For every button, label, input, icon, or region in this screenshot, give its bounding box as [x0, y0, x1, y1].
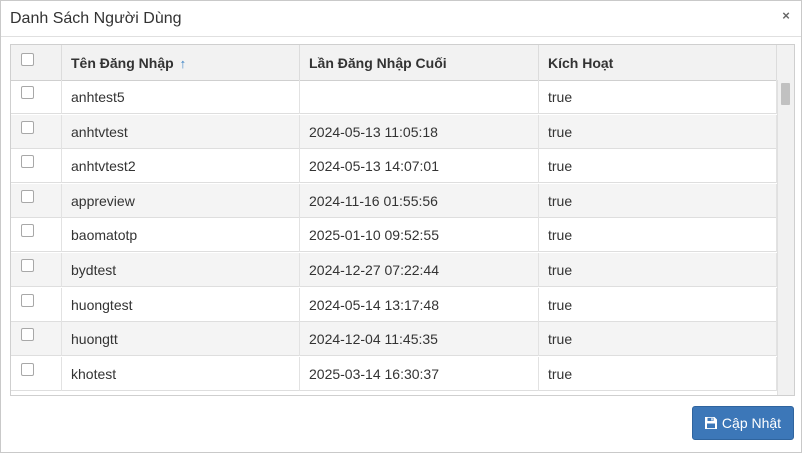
row-checkbox[interactable]	[21, 259, 34, 272]
table-row[interactable]: huongtt 2024-12-04 11:45:35 true	[11, 322, 777, 357]
row-checkbox[interactable]	[21, 155, 34, 169]
grid-rows: anhtest5 true anhtvtest 2024-05-13 11:05:18…	[11, 80, 777, 395]
column-header-active[interactable]: Kích Hoạt	[539, 45, 777, 80]
cell-active: true	[539, 253, 777, 287]
cell-username: anhtest5	[62, 80, 300, 114]
cell-active: true	[539, 218, 777, 253]
row-select-cell	[11, 80, 62, 114]
update-button-label: Cập Nhật	[721, 415, 782, 431]
cell-last-login: 2024-05-13 11:05:18	[300, 114, 539, 149]
table-row[interactable]: baomatotp 2025-01-10 09:52:55 true	[11, 218, 777, 253]
table-row[interactable]: bydtest 2024-12-27 07:22:44 true	[11, 253, 777, 287]
close-icon[interactable]: ×	[779, 9, 793, 23]
row-select-cell	[11, 149, 62, 184]
row-checkbox[interactable]	[21, 362, 34, 376]
cell-username: bydtest	[62, 253, 300, 287]
sort-ascending-icon: ↑	[179, 56, 187, 71]
table-row[interactable]: anhtvtest 2024-05-13 11:05:18 true	[11, 114, 777, 149]
cell-last-login: 2024-05-13 14:07:01	[300, 149, 539, 184]
row-checkbox[interactable]	[21, 189, 34, 203]
row-checkbox[interactable]	[21, 86, 34, 99]
column-header-last-login[interactable]: Lần Đăng Nhập Cuối	[300, 45, 539, 80]
row-checkbox[interactable]	[21, 224, 34, 238]
cell-last-login: 2024-12-04 11:45:35	[300, 322, 539, 357]
table-row[interactable]: anhtvtest2 2024-05-13 14:07:01 true	[11, 149, 777, 184]
user-grid: Tên Đăng Nhập ↑ Lần Đăng Nhập Cuối Kích H…	[10, 44, 795, 396]
cell-last-login: 2024-05-14 13:17:48	[300, 287, 539, 322]
cell-last-login: 2024-11-16 01:55:56	[300, 183, 539, 218]
header-scroll-spacer	[777, 45, 794, 80]
cell-username: anhtvtest	[62, 114, 300, 149]
column-header-username[interactable]: Tên Đăng Nhập ↑	[62, 45, 300, 80]
cell-active: true	[539, 149, 777, 184]
cell-last-login: 2025-03-14 16:30:37	[300, 356, 539, 391]
grid-header: Tên Đăng Nhập ↑ Lần Đăng Nhập Cuối Kích H…	[11, 45, 794, 81]
row-checkbox[interactable]	[21, 120, 34, 134]
cell-username: appreview	[62, 183, 300, 218]
row-checkbox[interactable]	[21, 328, 34, 342]
table-row[interactable]: appreview 2024-11-16 01:55:56 true	[11, 183, 777, 218]
cell-username: baomatotp	[62, 218, 300, 253]
dialog-titlebar: Danh Sách Người Dùng ×	[1, 1, 801, 37]
cell-active: true	[539, 183, 777, 218]
table-row[interactable]: khotest 2025-03-14 16:30:37 true	[11, 356, 777, 391]
row-select-cell	[11, 253, 62, 287]
row-select-cell	[11, 114, 62, 149]
row-select-cell	[11, 322, 62, 357]
select-all-checkbox[interactable]	[21, 53, 34, 66]
cell-username: huongtest	[62, 287, 300, 322]
row-select-cell	[11, 218, 62, 253]
row-select-cell	[11, 356, 62, 391]
row-checkbox[interactable]	[21, 293, 34, 307]
cell-active: true	[539, 287, 777, 322]
save-icon	[704, 417, 717, 429]
dialog-title: Danh Sách Người Dùng	[10, 10, 182, 27]
cell-username: huongtt	[62, 322, 300, 357]
scrollbar-thumb[interactable]	[781, 83, 790, 105]
user-list-dialog: Danh Sách Người Dùng × Tên Đăng Nhập ↑ Lầ…	[0, 0, 802, 453]
column-header-username-label: Tên Đăng Nhập	[71, 55, 174, 71]
cell-active: true	[539, 114, 777, 149]
header-select-cell	[11, 45, 62, 80]
cell-last-login	[300, 80, 539, 114]
table-row[interactable]: anhtest5 true	[11, 80, 777, 114]
cell-username: anhtvtest2	[62, 149, 300, 184]
cell-active: true	[539, 356, 777, 391]
cell-active: true	[539, 322, 777, 357]
row-select-cell	[11, 287, 62, 322]
cell-active: true	[539, 80, 777, 114]
cell-last-login: 2025-01-10 09:52:55	[300, 218, 539, 253]
row-select-cell	[11, 183, 62, 218]
table-row[interactable]: huongtest 2024-05-14 13:17:48 true	[11, 287, 777, 322]
grid-scrollbar[interactable]	[777, 80, 794, 395]
update-button[interactable]: Cập Nhật	[692, 406, 794, 440]
cell-username: khotest	[62, 356, 300, 391]
cell-last-login: 2024-12-27 07:22:44	[300, 253, 539, 287]
